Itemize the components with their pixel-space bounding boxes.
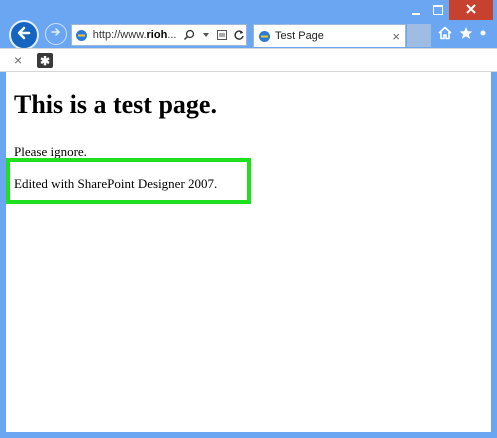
command-bar: × ✱: [0, 48, 497, 72]
page-heading: This is a test page.: [14, 90, 217, 119]
maximize-icon: [433, 5, 443, 15]
star-icon[interactable]: [459, 26, 473, 45]
ie-page-icon: [75, 28, 89, 42]
dropdown-arrow-icon[interactable]: [199, 28, 213, 42]
browser-window: http://www.rioh... Test Page × × ✱ This …: [0, 0, 497, 438]
home-icon[interactable]: [438, 26, 452, 45]
close-window-button[interactable]: [449, 0, 493, 20]
tab-close-button[interactable]: ×: [392, 29, 400, 44]
back-arrow-icon: [16, 25, 32, 46]
tab-title: Test Page: [275, 30, 324, 42]
new-tab-button[interactable]: [407, 24, 431, 47]
tab-test-page[interactable]: Test Page ×: [253, 24, 406, 47]
refresh-icon[interactable]: [232, 28, 246, 42]
search-icon[interactable]: [182, 28, 196, 42]
gear-icon[interactable]: [480, 26, 490, 45]
minimize-icon: [412, 13, 420, 15]
title-bar: [0, 0, 497, 20]
page-content: This is a test page. Please ignore. Edit…: [6, 72, 491, 432]
toolbar-icons: [438, 25, 490, 45]
back-button[interactable]: [9, 20, 39, 50]
close-icon: [465, 3, 477, 18]
close-toolbar-button[interactable]: ×: [14, 52, 22, 68]
extension-icon[interactable]: ✱: [37, 53, 53, 68]
address-url[interactable]: http://www.rioh...: [93, 29, 179, 41]
address-bar[interactable]: http://www.rioh...: [71, 24, 247, 46]
forward-button[interactable]: [45, 23, 67, 45]
forward-arrow-icon: [50, 25, 62, 43]
maximize-button[interactable]: [427, 0, 449, 20]
paragraph-edited-with: Edited with SharePoint Designer 2007.: [14, 176, 218, 191]
compatibility-view-icon[interactable]: [216, 28, 230, 42]
minimize-button[interactable]: [405, 0, 427, 20]
ie-page-icon: [257, 29, 271, 43]
